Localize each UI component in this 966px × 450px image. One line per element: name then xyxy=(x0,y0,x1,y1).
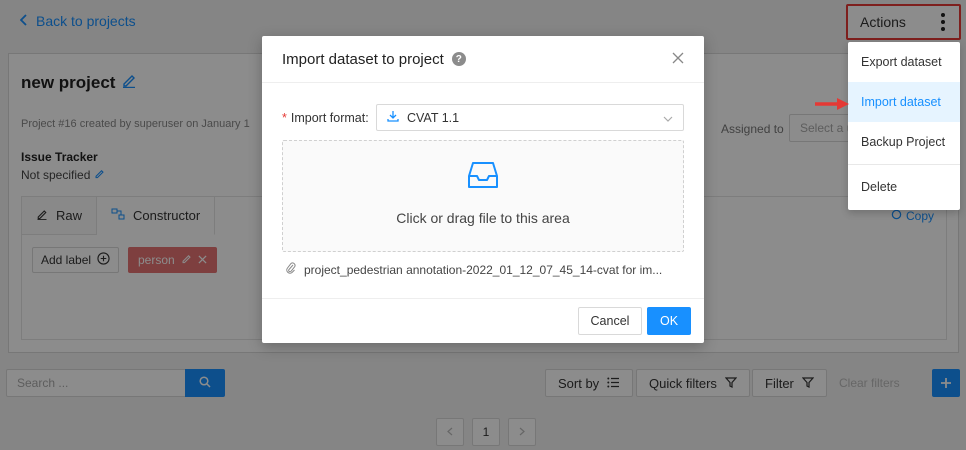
menu-item-backup-project[interactable]: Backup Project xyxy=(848,122,960,162)
modal-footer: Cancel OK xyxy=(262,298,704,343)
file-name: project_pedestrian annotation-2022_01_12… xyxy=(304,262,663,277)
file-dropzone[interactable]: Click or drag file to this area xyxy=(282,140,684,252)
menu-divider xyxy=(848,164,960,165)
import-format-label: * Import format: xyxy=(282,110,369,125)
import-format-select[interactable]: CVAT 1.1 xyxy=(376,104,684,131)
import-format-value: CVAT 1.1 xyxy=(407,110,460,125)
uploaded-file: project_pedestrian annotation-2022_01_12… xyxy=(286,262,662,277)
menu-item-import-dataset[interactable]: Import dataset xyxy=(848,82,960,122)
menu-item-export-dataset[interactable]: Export dataset xyxy=(848,42,960,82)
close-icon[interactable] xyxy=(672,49,684,69)
menu-item-delete[interactable]: Delete xyxy=(848,167,960,207)
actions-menu: Export dataset Import dataset Backup Pro… xyxy=(848,42,960,210)
paperclip-icon xyxy=(286,262,296,277)
ok-button[interactable]: OK xyxy=(647,307,691,335)
import-dataset-modal: Import dataset to project ? * Import form… xyxy=(262,36,704,343)
dropzone-text: Click or drag file to this area xyxy=(396,210,570,226)
help-icon[interactable]: ? xyxy=(451,52,466,66)
cancel-button[interactable]: Cancel xyxy=(578,307,642,335)
modal-title: Import dataset to project xyxy=(282,50,444,68)
arrow-annotation-icon xyxy=(814,97,850,114)
modal-header: Import dataset to project ? xyxy=(262,36,704,83)
chevron-down-icon xyxy=(663,111,673,125)
download-icon xyxy=(387,110,399,125)
inbox-icon xyxy=(467,159,499,194)
import-format-row: * Import format: CVAT 1.1 xyxy=(282,104,684,131)
